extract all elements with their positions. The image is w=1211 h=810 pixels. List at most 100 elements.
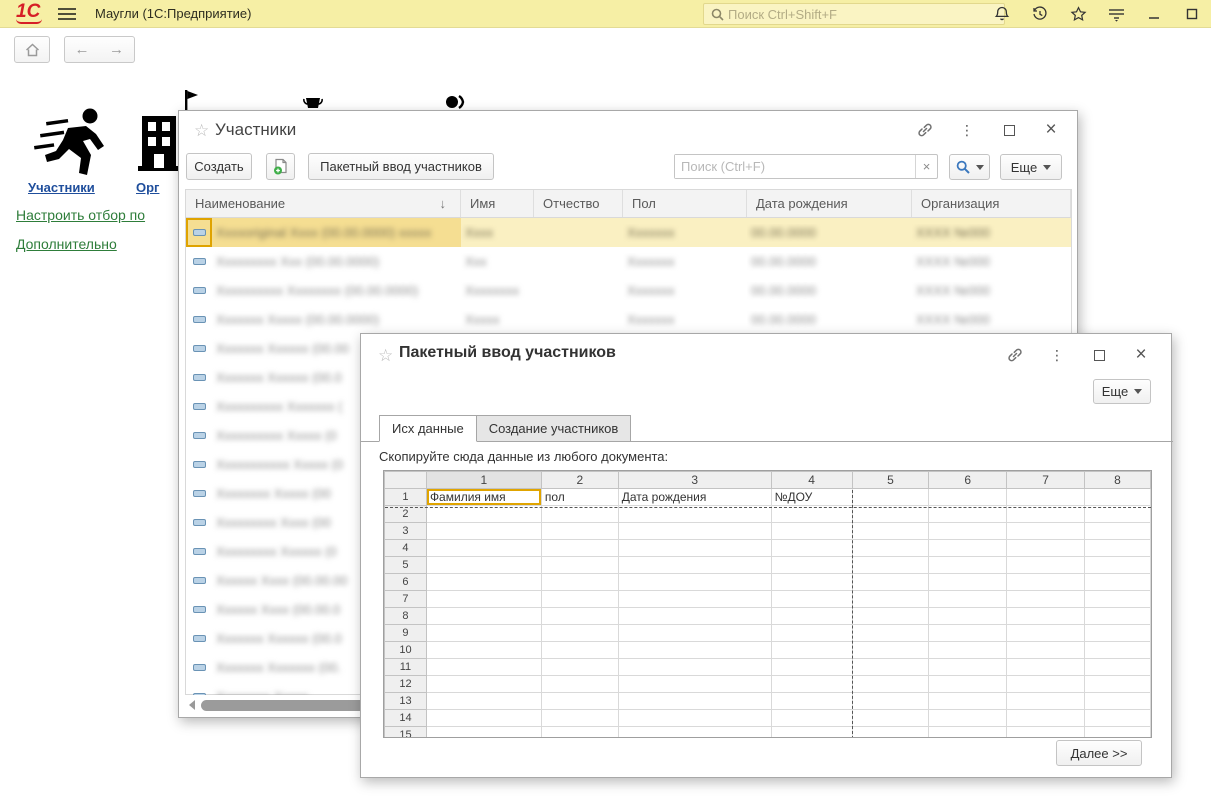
tab-create-participants[interactable]: Создание участников (477, 415, 632, 442)
grid-column-header[interactable]: 7 (1007, 472, 1085, 489)
list-search-field[interactable]: × (674, 154, 938, 179)
grid-cell[interactable] (618, 710, 771, 727)
grid-cell[interactable] (426, 710, 541, 727)
grid-cell[interactable] (852, 693, 929, 710)
grid-cell[interactable] (618, 608, 771, 625)
grid-cell[interactable] (852, 659, 929, 676)
grid-cell[interactable] (541, 659, 618, 676)
grid-cell[interactable] (771, 710, 852, 727)
grid-cell[interactable] (1007, 642, 1085, 659)
favorites-star-icon[interactable] (1069, 5, 1087, 23)
history-icon[interactable] (1031, 5, 1049, 23)
grid-cell[interactable] (618, 727, 771, 739)
building-icon[interactable] (136, 110, 180, 178)
grid-cell[interactable] (1007, 557, 1085, 574)
grid-cell[interactable] (771, 642, 852, 659)
grid-cell[interactable] (426, 557, 541, 574)
favorite-star-icon[interactable]: ☆ (194, 121, 209, 141)
grid-cell[interactable] (426, 642, 541, 659)
grid-cell[interactable] (541, 608, 618, 625)
get-link-icon[interactable] (917, 122, 933, 138)
grid-cell[interactable] (618, 557, 771, 574)
grid-cell[interactable] (1007, 727, 1085, 739)
grid-cell[interactable] (1007, 540, 1085, 557)
next-button[interactable]: Далее >> (1056, 740, 1142, 766)
column-header[interactable]: Имя (461, 190, 534, 217)
table-row[interactable]: Хххххххххх Хххххххх (00.00.0000)Хххххххх… (186, 276, 1071, 305)
grid-cell[interactable] (618, 540, 771, 557)
table-row[interactable]: Ххххххх Ххххх (00.00.0000)ХххххХхххххх00… (186, 305, 1071, 334)
grid-cell[interactable] (852, 625, 929, 642)
link-configure-filter[interactable]: Настроить отбор по (16, 207, 145, 223)
grid-cell[interactable] (1085, 489, 1151, 506)
grid-cell[interactable] (1007, 506, 1085, 523)
favorite-star-icon[interactable]: ☆ (378, 346, 393, 366)
grid-cell[interactable] (541, 625, 618, 642)
column-header[interactable]: Дата рождения (747, 190, 912, 217)
grid-cell[interactable] (426, 625, 541, 642)
grid-cell[interactable] (1085, 676, 1151, 693)
grid-column-header[interactable]: 6 (929, 472, 1007, 489)
grid-cell[interactable] (929, 659, 1007, 676)
grid-cell[interactable] (852, 574, 929, 591)
get-link-icon[interactable] (1007, 347, 1023, 363)
grid-column-header[interactable]: 8 (1085, 472, 1151, 489)
grid-cell[interactable] (929, 608, 1007, 625)
grid-cell[interactable] (852, 676, 929, 693)
global-search[interactable] (703, 3, 1005, 25)
grid-cell[interactable] (1007, 676, 1085, 693)
grid-cell[interactable] (426, 574, 541, 591)
grid-cell[interactable] (1085, 693, 1151, 710)
grid-cell[interactable] (618, 693, 771, 710)
grid-cell[interactable] (1085, 608, 1151, 625)
maximize-icon[interactable] (1183, 5, 1201, 23)
scroll-left-icon[interactable] (189, 700, 195, 710)
table-row[interactable]: Ххххoriginal Хххх (00.00.0000) хххххХххх… (186, 218, 1071, 247)
grid-cell[interactable]: Фамилия имя (426, 489, 541, 506)
main-menu-icon[interactable] (58, 8, 76, 20)
column-header[interactable]: Отчество (534, 190, 623, 217)
grid-cell[interactable] (1007, 574, 1085, 591)
grid-cell[interactable] (929, 540, 1007, 557)
grid-row-header[interactable]: 4 (385, 540, 427, 557)
grid-cell[interactable] (1085, 523, 1151, 540)
grid-cell[interactable] (541, 693, 618, 710)
window-close-icon[interactable]: × (1043, 122, 1059, 138)
grid-cell[interactable] (771, 523, 852, 540)
service-menu-icon[interactable] (1107, 5, 1125, 23)
link-additional[interactable]: Дополнительно (16, 236, 117, 252)
grid-cell[interactable] (852, 642, 929, 659)
grid-cell[interactable] (771, 608, 852, 625)
runner-icon[interactable] (28, 104, 110, 178)
grid-cell[interactable] (852, 523, 929, 540)
grid-cell[interactable] (929, 642, 1007, 659)
grid-cell[interactable] (1085, 659, 1151, 676)
more-button[interactable]: Еще (1093, 379, 1151, 404)
grid-cell[interactable] (771, 574, 852, 591)
column-header[interactable]: Организация (912, 190, 1071, 217)
grid-cell[interactable] (426, 693, 541, 710)
grid-cell[interactable] (771, 659, 852, 676)
search-options-button[interactable] (949, 154, 990, 180)
grid-cell[interactable] (541, 506, 618, 523)
grid-cell[interactable] (1007, 625, 1085, 642)
grid-row-header[interactable]: 9 (385, 625, 427, 642)
grid-cell[interactable] (1085, 557, 1151, 574)
grid-column-header[interactable]: 4 (771, 472, 852, 489)
grid-cell[interactable] (929, 693, 1007, 710)
grid-row-header[interactable]: 2 (385, 506, 427, 523)
grid-cell[interactable] (541, 557, 618, 574)
grid-cell[interactable] (771, 727, 852, 739)
grid-column-header[interactable]: 5 (852, 472, 929, 489)
window-maximize-icon[interactable] (1091, 347, 1107, 363)
grid-row-header[interactable]: 10 (385, 642, 427, 659)
grid-cell[interactable] (541, 574, 618, 591)
grid-cell[interactable] (541, 710, 618, 727)
create-by-copy-button[interactable] (266, 153, 295, 180)
grid-cell[interactable] (929, 489, 1007, 506)
grid-cell[interactable] (771, 591, 852, 608)
grid-row-header[interactable]: 5 (385, 557, 427, 574)
grid-cell[interactable] (771, 676, 852, 693)
grid-cell[interactable] (852, 489, 929, 506)
tab-source-data[interactable]: Исх данные (379, 415, 477, 442)
